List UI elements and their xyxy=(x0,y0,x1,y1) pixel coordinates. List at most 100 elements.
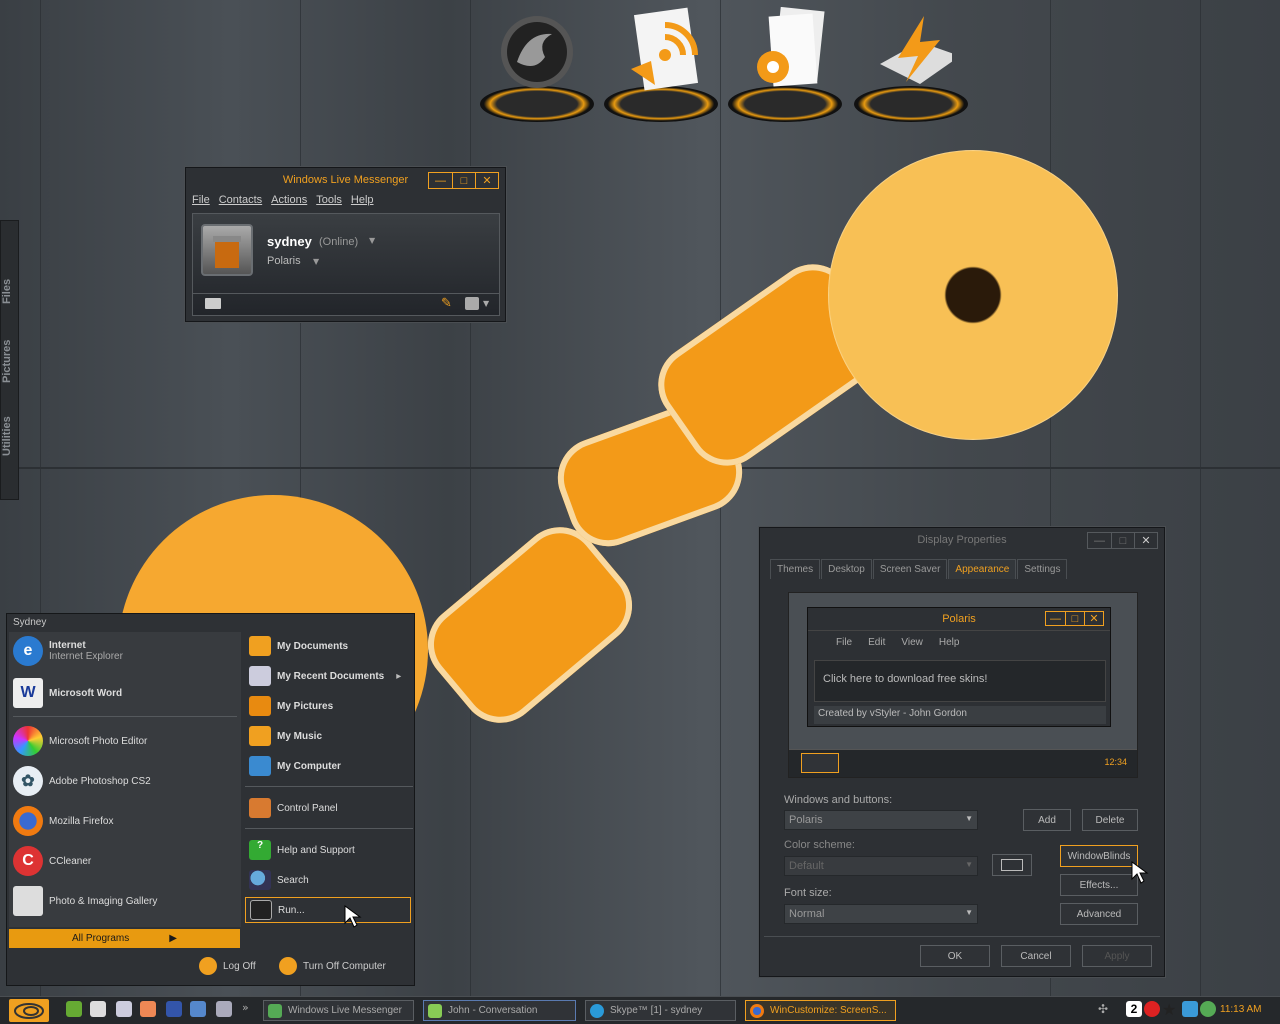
tab-themes[interactable]: Themes xyxy=(770,559,821,579)
menu-file[interactable]: File xyxy=(192,194,210,206)
add-button[interactable]: Add xyxy=(1023,809,1071,831)
quicklaunch-overflow-icon[interactable]: » xyxy=(242,1001,249,1014)
apply-button: Apply xyxy=(1082,945,1152,967)
quicklaunch-notes-icon[interactable] xyxy=(116,1001,132,1017)
start-item-internet[interactable]: e Internet Internet Explorer xyxy=(13,636,123,666)
start-item-photo-editor[interactable]: Microsoft Photo Editor xyxy=(13,726,147,756)
preview-body[interactable]: Click here to download free skins! xyxy=(814,660,1106,702)
quicklaunch-app-icon[interactable] xyxy=(140,1001,156,1017)
tab-appearance[interactable]: Appearance xyxy=(948,559,1017,579)
start-item-help[interactable]: ? Help and Support xyxy=(249,840,355,860)
advanced-button[interactable]: Advanced xyxy=(1060,903,1138,925)
start-item-photo-gallery[interactable]: Photo & Imaging Gallery xyxy=(13,886,157,916)
cancel-button[interactable]: Cancel xyxy=(1001,945,1071,967)
tray-messenger-icon[interactable] xyxy=(1200,1001,1216,1017)
turn-off-button[interactable]: Turn Off Computer xyxy=(279,957,386,975)
maximize-button[interactable]: □ xyxy=(452,173,475,188)
messenger-profile-panel: sydney (Online) ▼ Polaris ▼ ✎ ▼ xyxy=(192,213,500,316)
maximize-button[interactable]: □ xyxy=(1111,533,1134,548)
start-item-run[interactable]: Run... xyxy=(245,897,411,923)
paintbrush-icon[interactable]: ✎ xyxy=(441,296,452,311)
personal-message[interactable]: Polaris xyxy=(267,255,301,267)
start-item-label: Internet xyxy=(49,640,86,651)
mail-icon[interactable] xyxy=(205,298,221,309)
quicklaunch-ie-icon[interactable] xyxy=(190,1001,206,1017)
start-item-control-panel[interactable]: Control Panel xyxy=(249,798,338,818)
quicklaunch-pencil-icon[interactable] xyxy=(66,1001,82,1017)
close-button[interactable]: ✕ xyxy=(475,173,498,188)
tab-screen-saver[interactable]: Screen Saver xyxy=(872,559,948,579)
menu-actions[interactable]: Actions xyxy=(271,194,307,206)
start-item-my-computer[interactable]: My Computer xyxy=(249,756,341,776)
task-skype[interactable]: Skype™ [1] - sydney xyxy=(585,1000,736,1021)
tray-antivirus-icon[interactable] xyxy=(1144,1001,1160,1017)
start-item-search[interactable]: Search xyxy=(249,870,309,890)
start-item-my-music[interactable]: My Music xyxy=(249,726,322,746)
task-messenger[interactable]: Windows Live Messenger xyxy=(263,1000,414,1021)
start-item-ccleaner[interactable]: C CCleaner xyxy=(13,846,91,876)
messenger-window: Windows Live Messenger — □ ✕ File Contac… xyxy=(185,167,506,322)
delete-button[interactable]: Delete xyxy=(1082,809,1138,831)
color-picker-button[interactable] xyxy=(992,854,1032,876)
tray-calendar-icon[interactable]: 2 xyxy=(1126,1001,1142,1017)
menu-help[interactable]: Help xyxy=(351,194,374,206)
windowblinds-button[interactable]: WindowBlinds xyxy=(1060,845,1138,867)
dock-item-documents[interactable] xyxy=(724,6,846,124)
clock[interactable]: 11:13 AM xyxy=(1220,1004,1262,1015)
start-item-my-pictures[interactable]: My Pictures xyxy=(249,696,333,716)
preview-menu-help: Help xyxy=(938,637,960,648)
tray-network-icon[interactable] xyxy=(1182,1001,1198,1017)
all-programs-button[interactable]: All Programs ▶ xyxy=(9,929,240,948)
close-button[interactable]: ✕ xyxy=(1134,533,1157,548)
preview-titlebar: Polaris — □ ✕ xyxy=(808,608,1110,630)
display-title: Display Properties xyxy=(917,534,1007,546)
minimize-button[interactable]: — xyxy=(429,173,452,188)
preview-controls: — □ ✕ xyxy=(1045,611,1104,626)
personal-message-dropdown-icon[interactable]: ▼ xyxy=(313,257,319,266)
log-off-button[interactable]: Log Off xyxy=(199,957,256,975)
display-titlebar[interactable]: Display Properties — □ ✕ xyxy=(760,528,1164,552)
window-controls: — □ ✕ xyxy=(1087,532,1158,549)
tray-move-icon[interactable]: ✣ xyxy=(1098,1002,1108,1016)
side-tab-pictures[interactable]: Pictures xyxy=(1,326,20,396)
start-item-my-recent-documents[interactable]: My Recent Documents ▸ xyxy=(249,666,401,686)
messenger-titlebar[interactable]: Windows Live Messenger — □ ✕ xyxy=(186,168,505,192)
start-item-word[interactable]: W Microsoft Word xyxy=(13,678,122,708)
contacts-menu-icon[interactable] xyxy=(465,297,479,310)
ok-button[interactable]: OK xyxy=(920,945,990,967)
status-dropdown-icon[interactable]: ▼ xyxy=(369,236,375,245)
log-off-label: Log Off xyxy=(223,960,256,972)
quicklaunch-document-icon[interactable] xyxy=(90,1001,106,1017)
effects-button[interactable]: Effects... xyxy=(1060,874,1138,896)
chevron-down-icon[interactable]: ▼ xyxy=(483,299,489,308)
tab-settings[interactable]: Settings xyxy=(1017,559,1068,579)
dock-item-winamp[interactable] xyxy=(850,6,972,124)
help-icon: ? xyxy=(249,840,271,860)
tray-star-icon[interactable]: ★ xyxy=(1162,1000,1176,1019)
menu-contacts[interactable]: Contacts xyxy=(219,194,262,206)
avatar[interactable] xyxy=(201,224,253,276)
quicklaunch-word-icon[interactable] xyxy=(166,1001,182,1017)
windows-buttons-select[interactable]: Polaris ▼ xyxy=(784,810,978,830)
recent-documents-icon xyxy=(249,666,271,686)
tab-desktop[interactable]: Desktop xyxy=(821,559,872,579)
quicklaunch-search-icon[interactable] xyxy=(216,1001,232,1017)
start-item-firefox[interactable]: Mozilla Firefox xyxy=(13,806,113,836)
status-text[interactable]: (Online) xyxy=(319,236,358,248)
font-size-select[interactable]: Normal ▼ xyxy=(784,904,978,924)
side-tab-utilities[interactable]: Utilities xyxy=(1,401,20,471)
start-item-photoshop[interactable]: ✿ Adobe Photoshop CS2 xyxy=(13,766,151,796)
task-conversation[interactable]: John - Conversation xyxy=(423,1000,576,1021)
start-item-my-documents[interactable]: My Documents xyxy=(249,636,348,656)
dock-item-rss[interactable] xyxy=(600,6,722,124)
side-tab-files[interactable]: Files xyxy=(1,261,20,321)
task-label: WinCustomize: ScreenS... xyxy=(770,1005,887,1016)
dock-item-firefox[interactable] xyxy=(476,6,598,124)
preview-close-button: ✕ xyxy=(1084,612,1103,625)
username[interactable]: sydney xyxy=(267,234,312,249)
minimize-button[interactable]: — xyxy=(1088,533,1111,548)
task-wincustomize[interactable]: WinCustomize: ScreenS... xyxy=(745,1000,896,1021)
menu-tools[interactable]: Tools xyxy=(316,194,342,206)
turn-off-label: Turn Off Computer xyxy=(303,960,386,972)
start-button[interactable] xyxy=(9,999,49,1022)
